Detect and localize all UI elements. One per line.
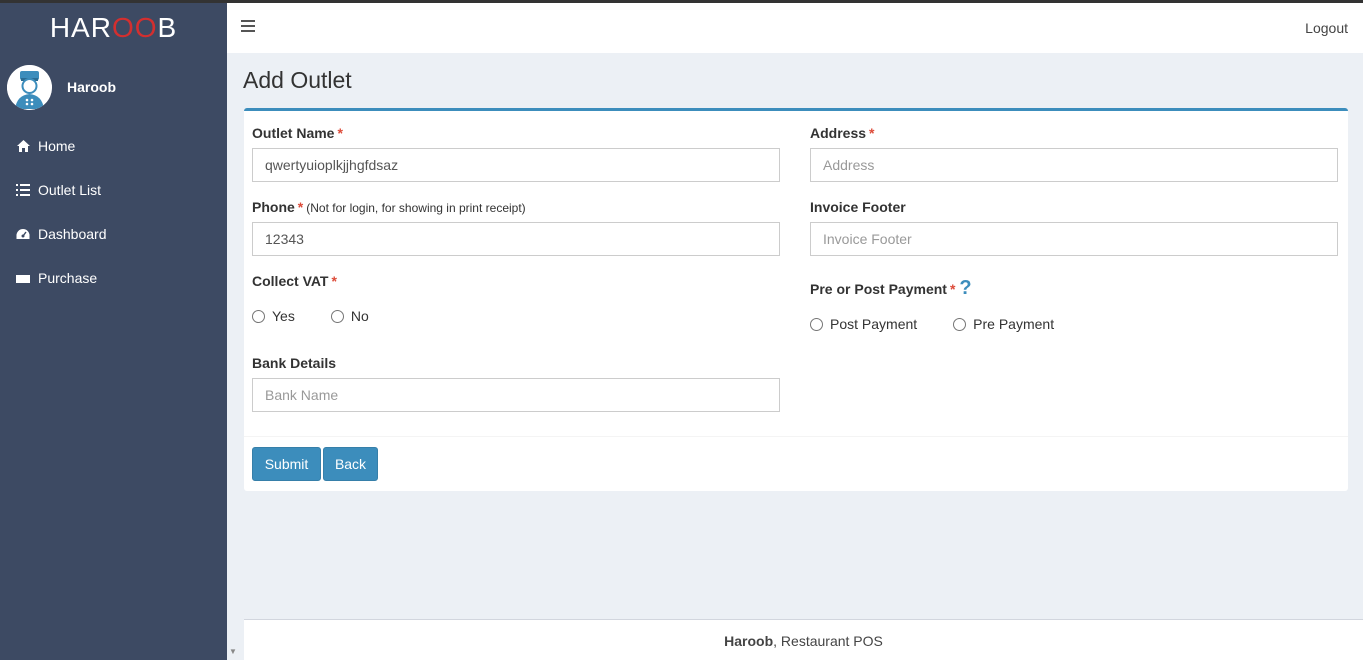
sidebar-item-purchase[interactable]: Purchase	[0, 256, 227, 284]
payment-type-group: Pre or Post Payment *? Post Payment Pre P…	[810, 277, 1338, 332]
sidebar-item-label: Purchase	[38, 270, 98, 284]
dashboard-icon	[15, 227, 31, 241]
help-question-icon[interactable]: ?	[959, 277, 971, 299]
bank-name-input[interactable]	[252, 378, 780, 412]
sidebar-item-label: Outlet List	[38, 182, 102, 198]
payment-type-label: Pre or Post Payment *?	[810, 277, 972, 299]
footer-text: , Restaurant POS	[773, 633, 883, 649]
sidebar-item-dashboard[interactable]: Dashboard	[0, 212, 227, 256]
phone-group: Phone * (Not for login, for showing in pri…	[252, 199, 780, 256]
invoice-footer-group: Invoice Footer	[810, 199, 1338, 256]
phone-label: Phone * (Not for login, for showing in pri…	[252, 199, 526, 215]
address-label: Address *	[810, 125, 875, 141]
sidebar-item-outlet-list[interactable]: Outlet List	[0, 168, 227, 212]
invoice-footer-label: Invoice Footer	[810, 199, 906, 215]
phone-input[interactable]	[252, 222, 780, 256]
pre-payment-label[interactable]: Pre Payment	[973, 316, 1054, 332]
hamburger-menu-icon[interactable]	[241, 20, 255, 32]
purchase-icon	[15, 271, 31, 284]
add-outlet-form: Outlet Name* Phone*(Not for login, for s…	[244, 108, 1348, 491]
vat-no-label[interactable]: No	[351, 308, 369, 324]
avatar	[7, 64, 52, 110]
home-icon	[15, 139, 31, 153]
outlet-name-label: Outlet Name *	[252, 125, 343, 141]
address-group: Address *	[810, 125, 1338, 182]
page-title: Add Outlet	[243, 67, 352, 93]
pre-payment-radio[interactable]	[953, 317, 967, 331]
submit-button[interactable]: Submit	[252, 447, 321, 481]
footer-brand: Haroob	[724, 633, 774, 649]
vat-yes-label[interactable]: Yes	[272, 308, 295, 324]
chef-avatar-icon	[7, 64, 52, 110]
vat-no-radio[interactable]	[330, 309, 344, 323]
outlet-name-group: Outlet Name *	[252, 125, 780, 182]
bank-details-label: Bank Details	[252, 355, 337, 371]
window-top-border	[0, 0, 1363, 3]
bank-details-group: Bank Details	[252, 355, 780, 412]
back-button[interactable]: Back	[323, 447, 378, 481]
page-footer: Haroob, Restaurant POS	[244, 619, 1363, 660]
logout-link[interactable]: Logout	[1305, 20, 1348, 36]
list-icon	[15, 183, 31, 197]
collect-vat-group: Collect VAT * Yes No	[252, 273, 780, 324]
invoice-footer-input[interactable]	[810, 222, 1338, 256]
address-input[interactable]	[810, 148, 1338, 182]
top-header: Logout	[227, 3, 1363, 53]
logo-text: HAROOB	[49, 12, 178, 43]
sidebar-menu: Home Outlet List Dashboard Purchase	[0, 124, 227, 284]
brand-logo[interactable]: HAROOB	[0, 3, 227, 53]
collect-vat-label: Collect VAT *	[252, 273, 337, 289]
vat-yes-radio[interactable]	[252, 309, 265, 323]
user-name: Haroob	[67, 79, 116, 95]
sidebar: HAROOB Haroob Home Outlet List Dashboard…	[0, 3, 227, 660]
outlet-name-input[interactable]	[252, 148, 780, 182]
form-actions: Submit Back	[244, 436, 1348, 491]
post-payment-label[interactable]: Post Payment	[830, 316, 917, 332]
user-panel: Haroob	[0, 53, 227, 121]
post-payment-radio[interactable]	[810, 317, 823, 331]
phone-note: (Not for login, for showing in print rec…	[306, 201, 526, 215]
sidebar-item-label: Home	[38, 138, 76, 154]
scroll-down-arrow-icon[interactable]: ▼	[229, 647, 237, 656]
sidebar-item-home[interactable]: Home	[0, 124, 227, 168]
sidebar-item-label: Dashboard	[38, 226, 107, 242]
